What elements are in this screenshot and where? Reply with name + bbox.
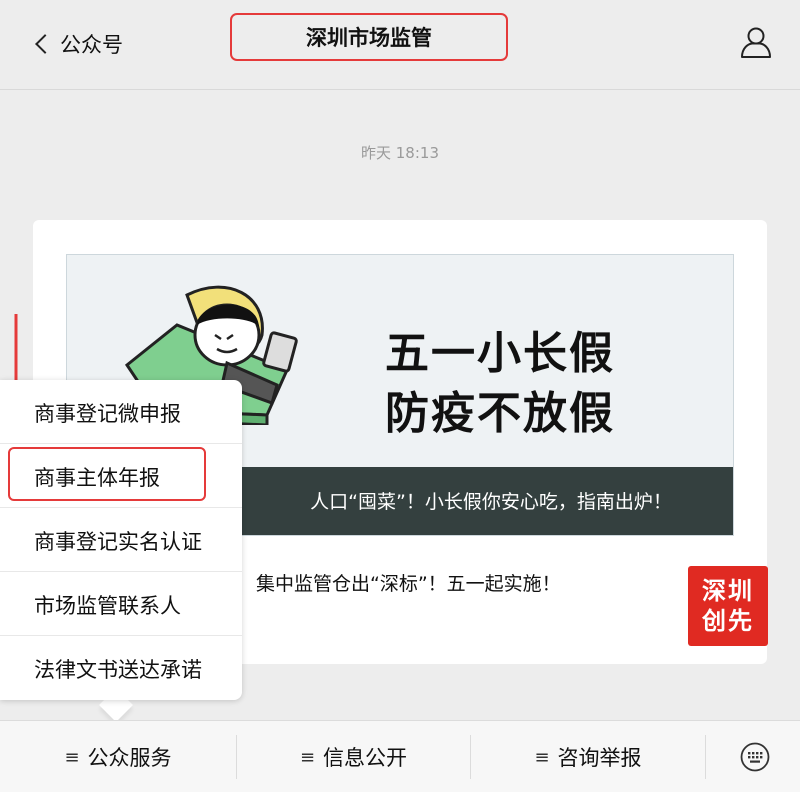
message-timestamp: 昨天 18:13 — [361, 144, 439, 162]
thumb-text-line-2: 创先 — [702, 607, 754, 635]
banner-title-line-1: 五一小长假 — [385, 328, 615, 379]
thumb-text-line-1: 深圳 — [702, 577, 754, 605]
chevron-left-icon — [35, 34, 55, 54]
menu-item-label: 商事登记实名认证 — [34, 530, 202, 554]
page-title: 深圳市场监管 — [306, 26, 432, 50]
service-popup-menu: 商事登记微申报 商事主体年报 商事登记实名认证 市场监管联系人 法律文书送达承诺 — [0, 380, 242, 700]
tab-label: 公众服务 — [87, 746, 172, 770]
bottom-menu-bar: ≡ 公众服务 ≡ 信息公开 ≡ 咨询举报 — [0, 720, 800, 792]
tab-label: 信息公开 — [323, 746, 408, 770]
sub-article-thumbnail: 深圳 创先 — [688, 566, 768, 646]
back-button[interactable]: 公众号 — [34, 26, 123, 62]
tab-public-service[interactable]: ≡ 公众服务 — [0, 721, 236, 792]
banner-title-line-2: 防疫不放假 — [385, 388, 615, 439]
tab-info-disclosure[interactable]: ≡ 信息公开 — [237, 721, 470, 792]
keyboard-icon[interactable] — [740, 742, 770, 772]
hamburger-icon: ≡ — [299, 746, 316, 768]
sub-article-title: 集中监管仓出“深标”！五一起实施！ — [256, 573, 561, 595]
menu-item-label: 商事登记微申报 — [34, 402, 181, 426]
menu-item-label: 商事主体年报 — [34, 466, 160, 490]
profile-icon[interactable] — [738, 24, 774, 60]
menu-item-label: 法律文书送达承诺 — [34, 658, 202, 682]
menu-item-label: 市场监管联系人 — [34, 594, 181, 618]
title-highlight-box: 深圳市场监管 — [230, 13, 508, 61]
back-label: 公众号 — [60, 33, 123, 57]
menu-item-real-name-auth[interactable]: 商事登记实名认证 — [0, 508, 242, 572]
hamburger-icon: ≡ — [64, 746, 80, 768]
menu-item-annual-report[interactable]: 商事主体年报 — [0, 444, 242, 508]
menu-item-contact-person[interactable]: 市场监管联系人 — [0, 572, 242, 636]
menu-item-weishenbao[interactable]: 商事登记微申报 — [0, 380, 242, 444]
chat-header: 公众号 深圳市场监管 — [0, 0, 800, 90]
hamburger-icon: ≡ — [534, 746, 550, 768]
menu-item-legal-service[interactable]: 法律文书送达承诺 — [0, 636, 242, 700]
tab-consult-report[interactable]: ≡ 咨询举报 — [471, 721, 705, 792]
tab-divider — [705, 735, 706, 779]
tab-label: 咨询举报 — [557, 746, 642, 770]
